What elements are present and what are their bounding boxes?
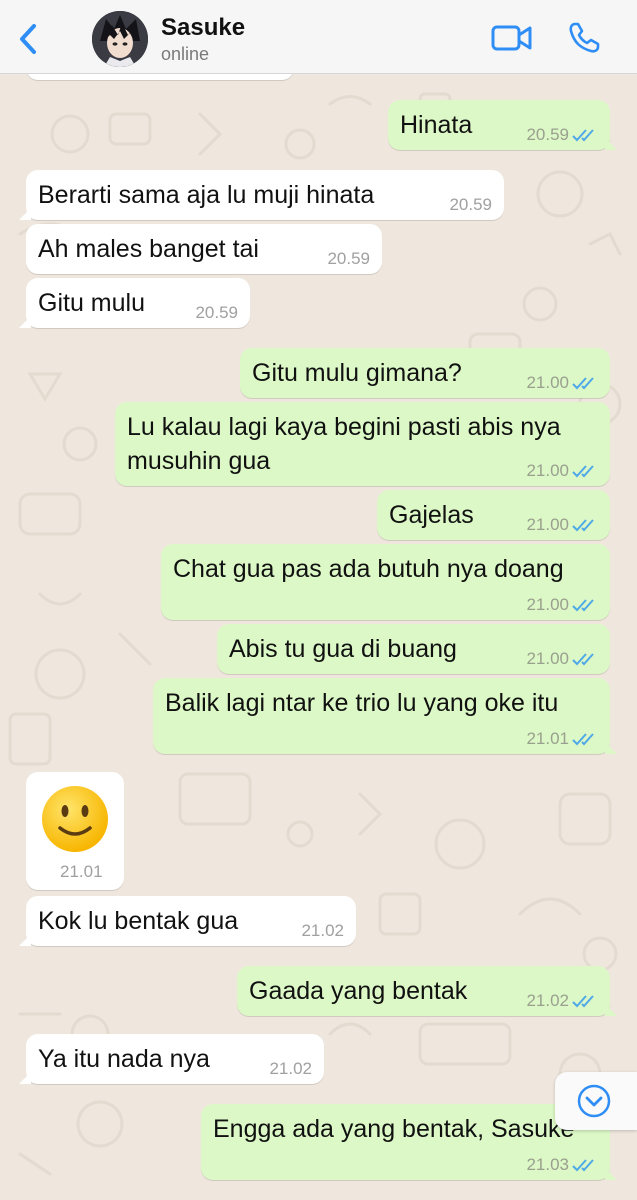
message-time: 20.59 xyxy=(327,249,370,268)
message-bubble-incoming[interactable]: Berarti sama aja lu muji hinata 20.59 xyxy=(19,170,504,220)
video-camera-icon xyxy=(491,25,532,51)
message-text: Chat gua pas ada butuh nya doang xyxy=(173,555,564,583)
message-time: 21.00 xyxy=(526,461,569,480)
message-time: 21.02 xyxy=(301,921,344,940)
message-bubble-outgoing[interactable]: Lu kalau lagi kaya begini pasti abis nya… xyxy=(115,402,610,486)
message-bubble-incoming[interactable]: Ya itu nada nya 21.02 xyxy=(19,1034,324,1084)
message-time: 20.59 xyxy=(449,195,492,214)
message-bubble-outgoing[interactable]: Chat gua pas ada butuh nya doang 21.00 xyxy=(161,544,610,620)
contact-status: online xyxy=(161,44,210,64)
read-ticks-icon xyxy=(572,733,594,746)
message-text: Berarti sama aja lu muji hinata xyxy=(38,181,375,209)
avatar[interactable] xyxy=(92,11,148,67)
phone-icon xyxy=(569,22,600,53)
message-bubble-outgoing[interactable]: Hinata 20.59 xyxy=(388,100,617,150)
message-bubble-outgoing[interactable]: Gaada yang bentak 21.02 xyxy=(237,966,617,1016)
message-meta: 20.59 xyxy=(526,125,598,145)
read-ticks-icon xyxy=(572,465,594,478)
message-time: 20.59 xyxy=(195,303,238,322)
read-ticks-icon xyxy=(572,1159,594,1172)
read-ticks-icon xyxy=(572,653,594,666)
message-bubble-outgoing[interactable]: Abis tu gua di buang 21.00 xyxy=(217,624,610,674)
message-meta: 21.02 xyxy=(269,1059,312,1079)
message-meta: 21.02 xyxy=(526,991,598,1011)
message-list[interactable]: Hinata 20.59 Berarti sama aja lu muji hi… xyxy=(0,74,637,1200)
message-time: 21.00 xyxy=(526,373,569,392)
read-ticks-icon xyxy=(572,377,594,390)
message-bubble-outgoing[interactable]: Balik lagi ntar ke trio lu yang oke itu … xyxy=(153,678,617,754)
message-time: 21.01 xyxy=(60,862,103,881)
video-call-button[interactable] xyxy=(490,22,534,54)
message-bubble-outgoing[interactable]: Gajelas 21.00 xyxy=(377,490,610,540)
partial-message xyxy=(26,74,294,80)
message-time: 21.00 xyxy=(526,595,569,614)
message-bubble-incoming[interactable]: 🙂 21.01 xyxy=(26,772,124,890)
message-time: 21.01 xyxy=(526,729,569,748)
message-bubble-outgoing[interactable]: Engga ada yang bentak, Sasuke 21.03 xyxy=(201,1104,617,1180)
message-bubble-incoming[interactable]: Kok lu bentak gua 21.02 xyxy=(19,896,356,946)
chevron-down-circle-icon xyxy=(577,1084,611,1118)
read-ticks-icon xyxy=(572,519,594,532)
message-meta: 20.59 xyxy=(449,195,492,215)
chevron-left-icon xyxy=(20,24,36,54)
message-meta: 21.00 xyxy=(526,373,598,393)
message-meta: 21.01 xyxy=(526,729,598,749)
chat-header: Sasuke online xyxy=(0,0,637,74)
read-ticks-icon xyxy=(572,599,594,612)
message-time: 21.00 xyxy=(526,515,569,534)
message-text: Engga ada yang bentak, Sasuke xyxy=(213,1115,575,1143)
message-meta: 21.00 xyxy=(526,649,598,669)
read-ticks-icon xyxy=(572,995,594,1008)
message-bubble-incoming[interactable]: Ah males banget tai 20.59 xyxy=(26,224,382,274)
message-meta: 20.59 xyxy=(327,249,370,269)
voice-call-button[interactable] xyxy=(566,20,602,56)
message-bubble-outgoing[interactable]: Gitu mulu gimana? 21.00 xyxy=(240,348,610,398)
message-time: 21.03 xyxy=(526,1155,569,1174)
back-button[interactable] xyxy=(14,22,44,56)
message-time: 21.02 xyxy=(526,991,569,1010)
slightly-smiling-face-icon xyxy=(42,786,108,852)
message-time: 21.02 xyxy=(269,1059,312,1078)
message-bubble-incoming[interactable]: Gitu mulu 20.59 xyxy=(19,278,250,328)
bottom-edge xyxy=(0,1188,637,1200)
message-meta: 21.02 xyxy=(301,921,344,941)
message-text: Balik lagi ntar ke trio lu yang oke itu xyxy=(165,689,559,717)
message-text: Kok lu bentak gua xyxy=(38,907,239,935)
message-time: 21.00 xyxy=(526,649,569,668)
message-meta: 21.01 xyxy=(60,862,103,882)
message-time: 20.59 xyxy=(526,125,569,144)
message-meta: 21.03 xyxy=(526,1155,598,1175)
contact-name[interactable]: Sasuke xyxy=(161,14,245,42)
message-meta: 21.00 xyxy=(526,515,598,535)
scroll-to-bottom-button[interactable] xyxy=(555,1072,637,1130)
message-meta: 21.00 xyxy=(526,461,598,481)
message-text: Ah males banget tai xyxy=(38,235,259,263)
message-meta: 21.00 xyxy=(526,595,598,615)
message-meta: 20.59 xyxy=(195,303,238,323)
read-ticks-icon xyxy=(572,129,594,142)
